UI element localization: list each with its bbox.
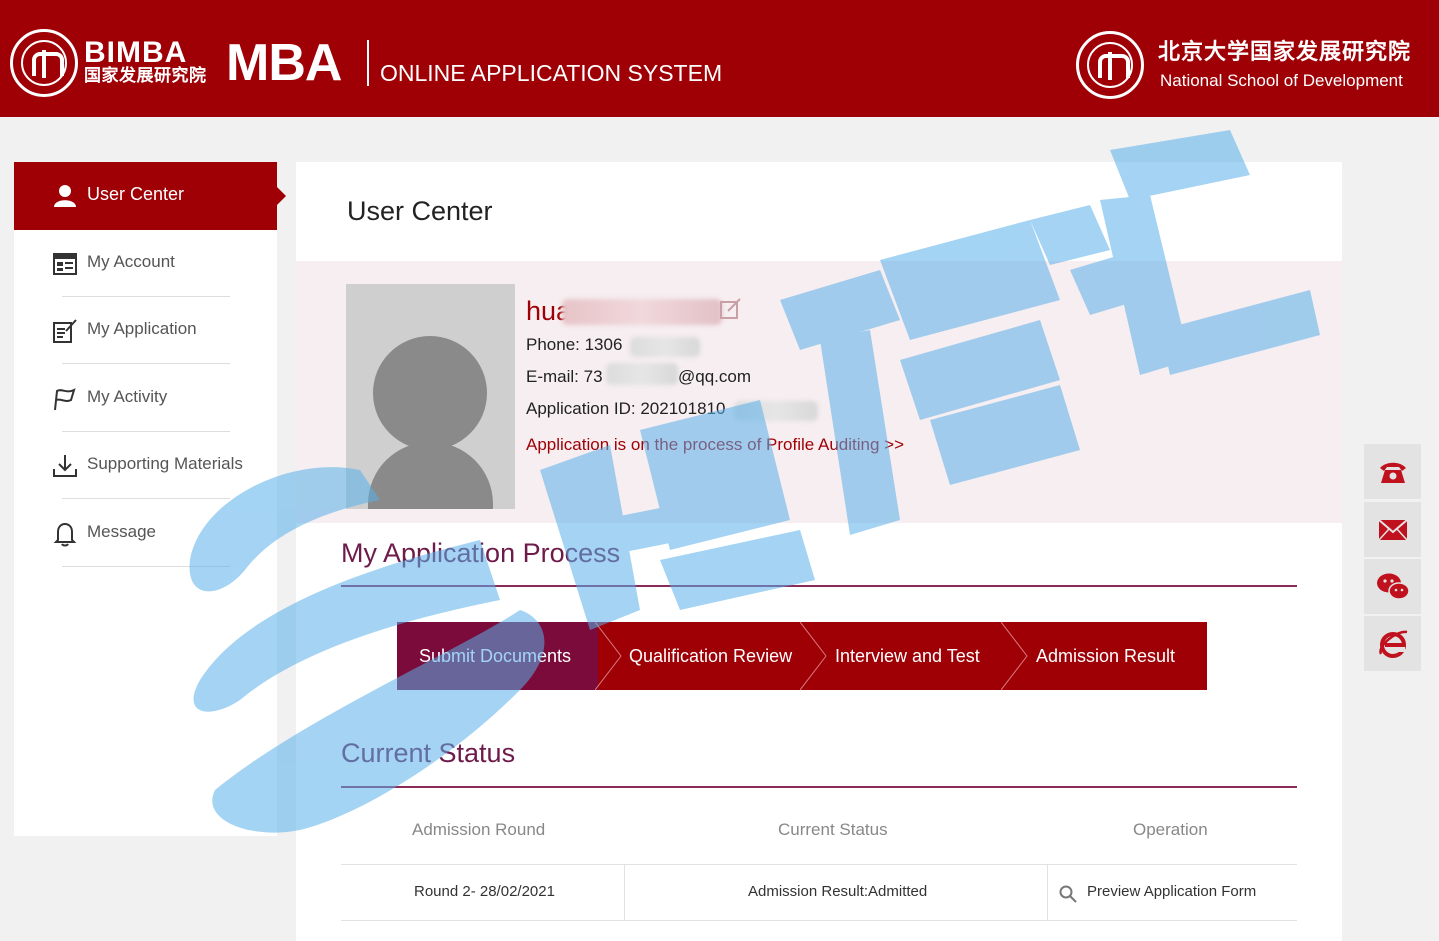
bimba-logo-subtitle: 国家发展研究院 (84, 66, 207, 85)
system-title: ONLINE APPLICATION SYSTEM (380, 60, 723, 86)
col-header-operation: Operation (1133, 820, 1208, 839)
application-id-text: Application ID: 202101810 (526, 399, 726, 418)
flag-icon (54, 388, 76, 411)
header-divider (367, 40, 369, 86)
application-process-steps: Submit Documents Qualification Review In… (397, 622, 1207, 690)
school-name-en: National School of Development (1160, 71, 1403, 90)
sidebar: User Center My Account My Application My… (14, 162, 286, 836)
sidebar-item-my-account[interactable]: My Account (14, 230, 277, 297)
section-divider (341, 786, 1297, 788)
id-card-icon (53, 253, 77, 275)
top-header: BIMBA 国家发展研究院 MBA ONLINE APPLICATION SYS… (0, 0, 1439, 117)
sidebar-item-message[interactable]: Message (14, 500, 277, 567)
main-content: User Center hua Phone: 1306 E-mail: 73 @… (296, 162, 1342, 941)
phone-icon (1379, 462, 1406, 483)
school-name-cn: 北京大学国家发展研究院 (1158, 39, 1412, 64)
process-section-title: My Application Process (341, 538, 621, 568)
wechat-icon (1376, 573, 1410, 600)
mba-logo-text: MBA (226, 34, 342, 92)
redaction-blur (734, 401, 818, 421)
phone-contact-button[interactable] (1364, 444, 1421, 499)
sidebar-item-supporting-materials[interactable]: Supporting Materials (14, 432, 277, 499)
sidebar-item-label: My Activity (87, 387, 168, 406)
edit-form-icon (53, 319, 77, 343)
table-row-divider (341, 920, 1297, 921)
bell-icon (53, 522, 77, 547)
sidebar-item-label: User Center (87, 184, 185, 204)
redaction-blur (630, 337, 700, 357)
step-label: Submit Documents (419, 645, 572, 666)
redaction-blur (562, 299, 722, 325)
bimba-logo-text: BIMBA (84, 36, 188, 69)
email-prefix-text: E-mail: 73 (526, 367, 603, 386)
redaction-blur (606, 363, 678, 385)
sidebar-item-label: My Application (87, 319, 197, 338)
table-row-divider (341, 864, 1297, 865)
step-chevron (1001, 622, 1028, 690)
edit-name-icon[interactable] (719, 297, 743, 321)
step-admission-result[interactable]: Admission Result (1036, 622, 1175, 690)
col-header-status: Current Status (778, 820, 888, 839)
sidebar-item-my-activity[interactable]: My Activity (14, 365, 277, 432)
phone-text: Phone: 1306 (526, 335, 623, 354)
sidebar-item-my-application[interactable]: My Application (14, 297, 277, 364)
step-label: Qualification Review (629, 645, 793, 666)
step-qualification-review[interactable]: Qualification Review (629, 622, 792, 690)
step-label: Admission Result (1036, 645, 1176, 666)
search-icon[interactable] (1058, 884, 1078, 904)
profile-card: hua Phone: 1306 E-mail: 73 @qq.com Appli… (296, 261, 1342, 523)
email-suffix-text: @qq.com (678, 367, 752, 386)
cell-status: Admission Result:Admitted (748, 883, 928, 900)
email-contact-button[interactable] (1364, 502, 1421, 557)
ie-browser-icon (1378, 630, 1407, 658)
step-label: Interview and Test (835, 645, 980, 666)
sidebar-item-label: Supporting Materials (87, 454, 243, 473)
cell-round: Round 2- 28/02/2021 (414, 883, 555, 900)
wechat-contact-button[interactable] (1364, 559, 1421, 614)
step-chevron (800, 622, 827, 690)
mail-icon (1377, 518, 1408, 541)
user-icon (54, 185, 76, 207)
avatar[interactable] (346, 284, 515, 509)
pku-seal-logo-right (1076, 31, 1144, 99)
preview-application-form-link[interactable]: Preview Application Form (1087, 883, 1256, 900)
application-status-link[interactable]: Application is on the process of Profile… (526, 435, 904, 455)
sidebar-item-user-center[interactable]: User Center (14, 162, 286, 230)
step-submit-documents[interactable]: Submit Documents (397, 622, 598, 690)
download-icon (53, 455, 77, 477)
pku-seal-logo (10, 29, 78, 97)
page-title: User Center (347, 196, 493, 226)
sidebar-item-label: My Account (87, 252, 175, 271)
sidebar-item-label: Message (87, 522, 156, 541)
website-button[interactable] (1364, 616, 1421, 671)
status-section-title: Current Status (341, 738, 516, 768)
col-header-round: Admission Round (412, 820, 546, 839)
step-chevron (595, 622, 622, 690)
section-divider (341, 585, 1297, 587)
step-interview-and-test[interactable]: Interview and Test (835, 622, 980, 690)
